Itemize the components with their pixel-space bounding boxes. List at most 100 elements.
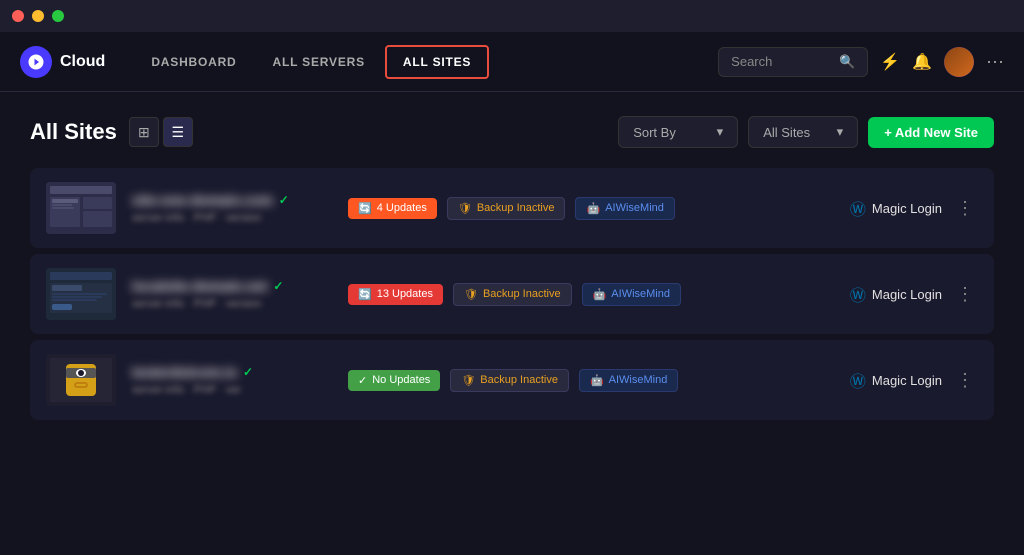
site-thumbnail bbox=[46, 182, 116, 234]
ai-badge: 🤖 AIWiseMind bbox=[579, 369, 678, 392]
updates-badge: 🔄 13 Updates bbox=[348, 284, 443, 305]
page-title: All Sites bbox=[30, 119, 117, 145]
magic-login-label: Magic Login bbox=[872, 287, 942, 302]
site-actions: Ⓦ Magic Login ⋮ bbox=[850, 368, 978, 392]
magic-login-label: Magic Login bbox=[872, 201, 942, 216]
ai-badge: 🤖 AIWiseMind bbox=[582, 283, 681, 306]
ai-icon: 🤖 bbox=[590, 374, 604, 387]
wordpress-icon: Ⓦ bbox=[850, 282, 866, 306]
ai-icon: 🤖 bbox=[586, 202, 600, 215]
page-title-area: All Sites ⊞ ☰ bbox=[30, 117, 193, 147]
updates-badge: 🔄 4 Updates bbox=[348, 198, 437, 219]
backup-badge: 🛡 Backup Inactive bbox=[447, 197, 566, 220]
backup-label: Backup Inactive bbox=[477, 202, 555, 214]
magic-login-label: Magic Login bbox=[872, 373, 942, 388]
updates-icon: 🔄 bbox=[358, 202, 372, 215]
sites-list: site-one-domain.com ✓ server-info · PHP … bbox=[30, 168, 994, 424]
updates-label: 4 Updates bbox=[377, 202, 427, 214]
site-thumbnail bbox=[46, 268, 116, 320]
backup-icon: 🛡 bbox=[461, 374, 475, 387]
table-row: localsite-domain.net ✓ server-info · PHP… bbox=[30, 254, 994, 334]
view-toggle: ⊞ ☰ bbox=[129, 117, 193, 147]
nav-right: Search 🔍 ⚡ 🔔 ··· bbox=[718, 47, 1004, 77]
ai-label: AIWiseMind bbox=[605, 202, 664, 214]
site-name: site-one-domain.com ✓ bbox=[132, 192, 332, 208]
ai-badge: 🤖 AIWiseMind bbox=[575, 197, 674, 220]
table-row: site-one-domain.com ✓ server-info · PHP … bbox=[30, 168, 994, 248]
updates-badge: ✓ No Updates bbox=[348, 370, 440, 391]
header-controls: Sort By ▾ All Sites ▾ + Add New Site bbox=[618, 116, 994, 148]
ai-icon: 🤖 bbox=[593, 288, 607, 301]
site-url: server-info · PHP · ver bbox=[132, 384, 332, 396]
avatar[interactable] bbox=[944, 47, 974, 77]
site-name: testerdotcom.io ✓ bbox=[132, 364, 332, 380]
site-badges: ✓ No Updates 🛡 Backup Inactive 🤖 AIWiseM… bbox=[348, 369, 834, 392]
search-placeholder: Search bbox=[731, 54, 772, 69]
site-url: server-info · PHP · version bbox=[132, 212, 332, 224]
more-options-button[interactable]: ⋮ bbox=[952, 284, 978, 305]
backup-label: Backup Inactive bbox=[483, 288, 561, 300]
ai-label: AIWiseMind bbox=[611, 288, 670, 300]
ai-label: AIWiseMind bbox=[609, 374, 668, 386]
add-button-label: + Add New Site bbox=[884, 125, 978, 140]
sort-dropdown[interactable]: Sort By ▾ bbox=[618, 116, 738, 148]
filter-dropdown[interactable]: All Sites ▾ bbox=[748, 116, 858, 148]
backup-badge: 🛡 Backup Inactive bbox=[450, 369, 569, 392]
close-button[interactable] bbox=[12, 10, 24, 22]
site-actions: Ⓦ Magic Login ⋮ bbox=[850, 282, 978, 306]
wordpress-icon: Ⓦ bbox=[850, 196, 866, 220]
site-thumbnail bbox=[46, 354, 116, 406]
maximize-button[interactable] bbox=[52, 10, 64, 22]
site-badges: 🔄 13 Updates 🛡 Backup Inactive 🤖 AIWiseM… bbox=[348, 283, 834, 306]
magic-login-button[interactable]: Ⓦ Magic Login bbox=[850, 282, 942, 306]
table-row: testerdotcom.io ✓ server-info · PHP · ve… bbox=[30, 340, 994, 420]
nav-links: DASHBOARD ALL SERVERS ALL SITES bbox=[135, 45, 718, 79]
add-new-site-button[interactable]: + Add New Site bbox=[868, 117, 994, 148]
site-info: testerdotcom.io ✓ server-info · PHP · ve… bbox=[132, 364, 332, 396]
filter-label: All Sites bbox=[763, 125, 810, 140]
magic-login-button[interactable]: Ⓦ Magic Login bbox=[850, 196, 942, 220]
updates-label: No Updates bbox=[372, 374, 430, 386]
nav-all-sites[interactable]: ALL SITES bbox=[385, 45, 489, 79]
sort-label: Sort By bbox=[633, 125, 676, 140]
site-name: localsite-domain.net ✓ bbox=[132, 278, 332, 294]
titlebar bbox=[0, 0, 1024, 32]
logo[interactable]: Cloud bbox=[20, 46, 105, 78]
sort-chevron-icon: ▾ bbox=[717, 124, 724, 140]
site-actions: Ⓦ Magic Login ⋮ bbox=[850, 196, 978, 220]
nav-all-servers[interactable]: ALL SERVERS bbox=[257, 47, 381, 77]
more-options-button[interactable]: ⋮ bbox=[952, 198, 978, 219]
backup-icon: 🛡 bbox=[464, 288, 478, 301]
backup-label: Backup Inactive bbox=[480, 374, 558, 386]
logo-icon bbox=[20, 46, 52, 78]
updates-icon: ✓ bbox=[358, 374, 367, 387]
wordpress-icon: Ⓦ bbox=[850, 368, 866, 392]
bell-icon[interactable]: 🔔 bbox=[912, 52, 932, 72]
list-view-button[interactable]: ☰ bbox=[163, 117, 193, 147]
avatar-image bbox=[944, 47, 974, 77]
user-menu-dots[interactable]: ··· bbox=[986, 51, 1004, 72]
navbar: Cloud DASHBOARD ALL SERVERS ALL SITES Se… bbox=[0, 32, 1024, 92]
verified-icon: ✓ bbox=[279, 193, 289, 207]
verified-icon: ✓ bbox=[243, 365, 253, 379]
site-url: server-info · PHP · version bbox=[132, 298, 332, 310]
main-content: All Sites ⊞ ☰ Sort By ▾ All Sites ▾ + Ad… bbox=[0, 92, 1024, 555]
verified-icon: ✓ bbox=[273, 279, 283, 293]
more-options-button[interactable]: ⋮ bbox=[952, 370, 978, 391]
updates-icon: 🔄 bbox=[358, 288, 372, 301]
page-header: All Sites ⊞ ☰ Sort By ▾ All Sites ▾ + Ad… bbox=[30, 116, 994, 148]
updates-label: 13 Updates bbox=[377, 288, 433, 300]
nav-dashboard[interactable]: DASHBOARD bbox=[135, 47, 252, 77]
filter-chevron-icon: ▾ bbox=[837, 124, 844, 140]
magic-login-button[interactable]: Ⓦ Magic Login bbox=[850, 368, 942, 392]
site-badges: 🔄 4 Updates 🛡 Backup Inactive 🤖 AIWiseMi… bbox=[348, 197, 834, 220]
backup-icon: 🛡 bbox=[458, 202, 472, 215]
search-icon[interactable]: 🔍 bbox=[839, 54, 855, 70]
grid-view-button[interactable]: ⊞ bbox=[129, 117, 159, 147]
search-box[interactable]: Search 🔍 bbox=[718, 47, 868, 77]
lightning-icon[interactable]: ⚡ bbox=[880, 52, 900, 72]
minimize-button[interactable] bbox=[32, 10, 44, 22]
site-info: localsite-domain.net ✓ server-info · PHP… bbox=[132, 278, 332, 310]
site-info: site-one-domain.com ✓ server-info · PHP … bbox=[132, 192, 332, 224]
logo-text: Cloud bbox=[60, 53, 105, 71]
